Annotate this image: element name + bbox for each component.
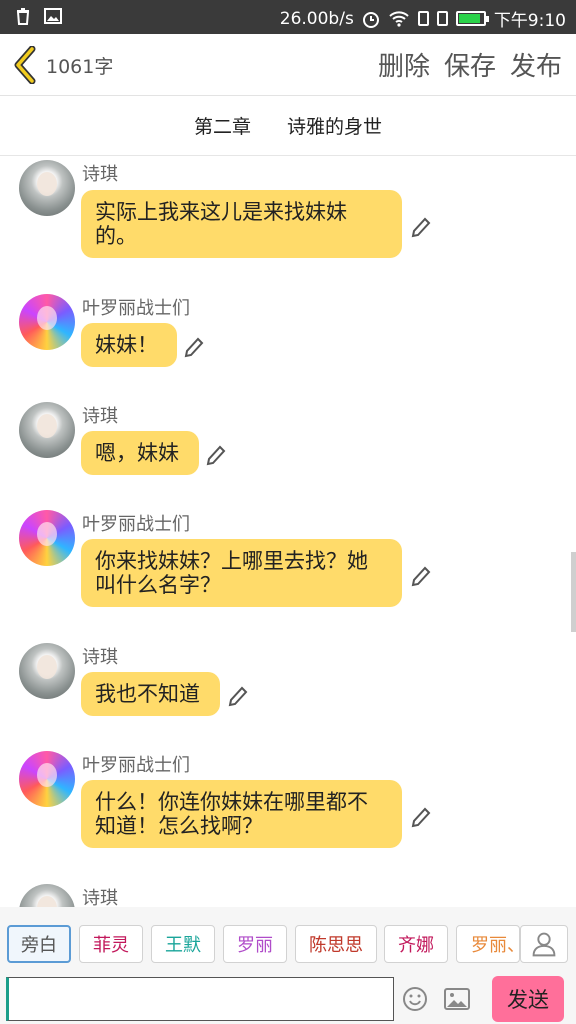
message-bubble[interactable]: 你来找妹妹？上哪里去找？她叫什么名字？ bbox=[81, 539, 402, 607]
message-bubble[interactable]: 什么！你连你妹妹在哪里都不知道！怎么找啊？ bbox=[81, 780, 402, 848]
avatar-yeluoli[interactable] bbox=[19, 751, 75, 807]
speaker-name: 诗琪 bbox=[82, 888, 118, 907]
delete-button[interactable]: 删除 bbox=[378, 46, 430, 83]
alarm-icon bbox=[362, 11, 379, 28]
back-chevron-icon[interactable] bbox=[10, 46, 40, 84]
pencil-edit-icon[interactable] bbox=[411, 807, 431, 829]
sim-card-icon bbox=[417, 11, 429, 26]
avatar-shiqi[interactable] bbox=[19, 402, 75, 458]
scrollbar[interactable] bbox=[571, 552, 576, 632]
pencil-edit-icon[interactable] bbox=[184, 337, 204, 359]
clock: 下午9:10 bbox=[493, 11, 566, 31]
character-button[interactable]: 齐娜 bbox=[384, 925, 448, 963]
pencil-edit-icon[interactable] bbox=[411, 217, 431, 239]
pencil-edit-icon[interactable] bbox=[411, 566, 431, 588]
speaker-name: 叶罗丽战士们 bbox=[82, 514, 190, 535]
editor-header: 1061字 删除 保存 发布 bbox=[0, 34, 576, 96]
message-bubble[interactable]: 妹妹！ bbox=[81, 323, 177, 367]
wifi-icon bbox=[389, 10, 409, 27]
message-bubble[interactable]: 嗯，妹妹 bbox=[81, 431, 199, 475]
message-bubble[interactable]: 我也不知道 bbox=[81, 672, 220, 716]
chapter-title: 诗雅的身世 bbox=[287, 116, 383, 138]
publish-button[interactable]: 发布 bbox=[510, 46, 562, 83]
sim-card-icon bbox=[436, 11, 448, 26]
character-button[interactable]: 罗丽 bbox=[223, 925, 287, 963]
image-picker-icon[interactable] bbox=[443, 987, 471, 1011]
avatar-shiqi[interactable] bbox=[19, 643, 75, 699]
pencil-edit-icon[interactable] bbox=[228, 686, 248, 708]
character-button[interactable]: 王默 bbox=[151, 925, 215, 963]
character-selector: 旁白 菲灵 王默 罗丽 陈思思 齐娜 罗丽、 bbox=[0, 907, 576, 973]
speaker-name: 叶罗丽战士们 bbox=[82, 298, 190, 319]
network-speed: 26.00b/s bbox=[279, 8, 354, 29]
speaker-name: 诗琪 bbox=[82, 647, 118, 668]
chat-list[interactable]: 诗琪 实际上我来这儿是来找妹妹的。 叶罗丽战士们 妹妹！ 诗琪 嗯，妹妹 叶罗丽… bbox=[0, 157, 576, 907]
message-input[interactable] bbox=[6, 977, 394, 1021]
pencil-edit-icon[interactable] bbox=[206, 445, 226, 467]
trash-icon bbox=[16, 8, 30, 25]
speaker-name: 诗琪 bbox=[82, 164, 118, 185]
input-bar: 发送 bbox=[0, 973, 576, 1024]
emoji-icon[interactable] bbox=[402, 986, 428, 1012]
character-button[interactable]: 罗丽、 bbox=[456, 925, 520, 963]
avatar-yeluoli[interactable] bbox=[19, 294, 75, 350]
character-button[interactable]: 陈思思 bbox=[295, 925, 377, 963]
add-character-icon[interactable] bbox=[520, 925, 568, 963]
image-icon bbox=[44, 8, 62, 24]
character-button[interactable]: 菲灵 bbox=[79, 925, 143, 963]
save-button[interactable]: 保存 bbox=[444, 46, 496, 83]
speaker-name: 叶罗丽战士们 bbox=[82, 755, 190, 776]
battery-icon bbox=[455, 11, 489, 26]
send-button[interactable]: 发送 bbox=[492, 976, 564, 1022]
avatar-yeluoli[interactable] bbox=[19, 510, 75, 566]
chapter-title-bar[interactable]: 第二章 诗雅的身世 bbox=[0, 96, 576, 156]
message-bubble[interactable]: 实际上我来这儿是来找妹妹的。 bbox=[81, 190, 402, 258]
avatar-shiqi[interactable] bbox=[19, 160, 75, 216]
avatar-shiqi[interactable] bbox=[19, 884, 75, 907]
character-narrator-button[interactable]: 旁白 bbox=[7, 925, 71, 963]
speaker-name: 诗琪 bbox=[82, 406, 118, 427]
chapter-number: 第二章 bbox=[193, 116, 251, 138]
word-count: 1061字 bbox=[46, 56, 114, 78]
status-bar: 26.00b/s 下午9:10 bbox=[0, 0, 576, 34]
